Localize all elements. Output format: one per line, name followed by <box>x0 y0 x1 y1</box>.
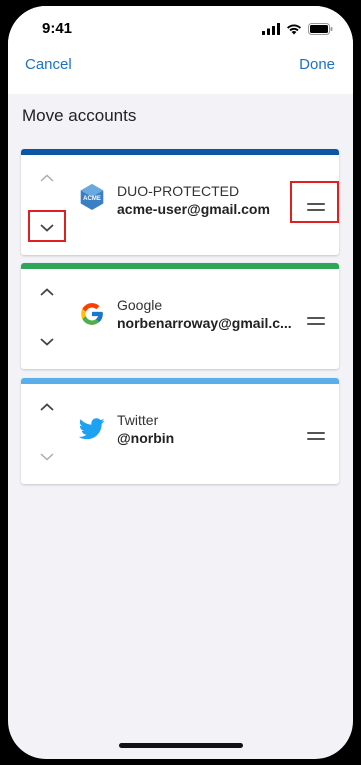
card-accent-bar <box>21 263 339 269</box>
nav-bar: Cancel Done <box>8 56 353 84</box>
move-down-button[interactable] <box>37 221 57 235</box>
wifi-icon <box>286 22 302 40</box>
account-issuer: DUO-PROTECTED <box>117 183 240 199</box>
account-username: norbenarroway@gmail.c... <box>117 315 292 331</box>
card-accent-bar <box>21 149 339 155</box>
move-down-button[interactable] <box>37 450 57 464</box>
account-issuer: Twitter <box>117 412 159 428</box>
account-issuer: Google <box>117 297 163 313</box>
drag-handle-icon[interactable] <box>307 316 325 326</box>
account-card-google: Google norbenarroway@gmail.c... <box>21 263 339 369</box>
account-card-duo: ACME DUO-PROTECTED acme-user@gmail.com <box>21 149 339 255</box>
drag-handle-icon[interactable] <box>307 202 325 212</box>
move-up-button[interactable] <box>37 400 57 414</box>
twitter-logo-icon <box>78 415 106 443</box>
account-username: acme-user@gmail.com <box>117 201 270 217</box>
signal-icon <box>262 22 280 40</box>
move-up-button[interactable] <box>37 171 57 185</box>
move-up-button[interactable] <box>37 285 57 299</box>
move-down-button[interactable] <box>37 335 57 349</box>
drag-handle-icon[interactable] <box>307 431 325 441</box>
account-card-twitter: Twitter @norbin <box>21 378 339 484</box>
done-button[interactable]: Done <box>299 56 335 73</box>
cancel-button[interactable]: Cancel <box>25 56 72 73</box>
status-time: 9:41 <box>42 20 73 37</box>
card-accent-bar <box>21 378 339 384</box>
page-title: Move accounts <box>22 106 137 125</box>
phone-screen: 9:41 Cancel Done Move accounts ACME DUO-… <box>8 6 353 759</box>
battery-icon <box>308 22 333 40</box>
svg-text:ACME: ACME <box>83 196 101 202</box>
status-icons <box>262 22 333 40</box>
account-username: @norbin <box>117 430 175 446</box>
home-indicator <box>119 743 243 748</box>
status-bar: 9:41 <box>8 6 353 50</box>
google-logo-icon <box>78 300 106 328</box>
acme-logo-icon: ACME <box>78 183 106 211</box>
